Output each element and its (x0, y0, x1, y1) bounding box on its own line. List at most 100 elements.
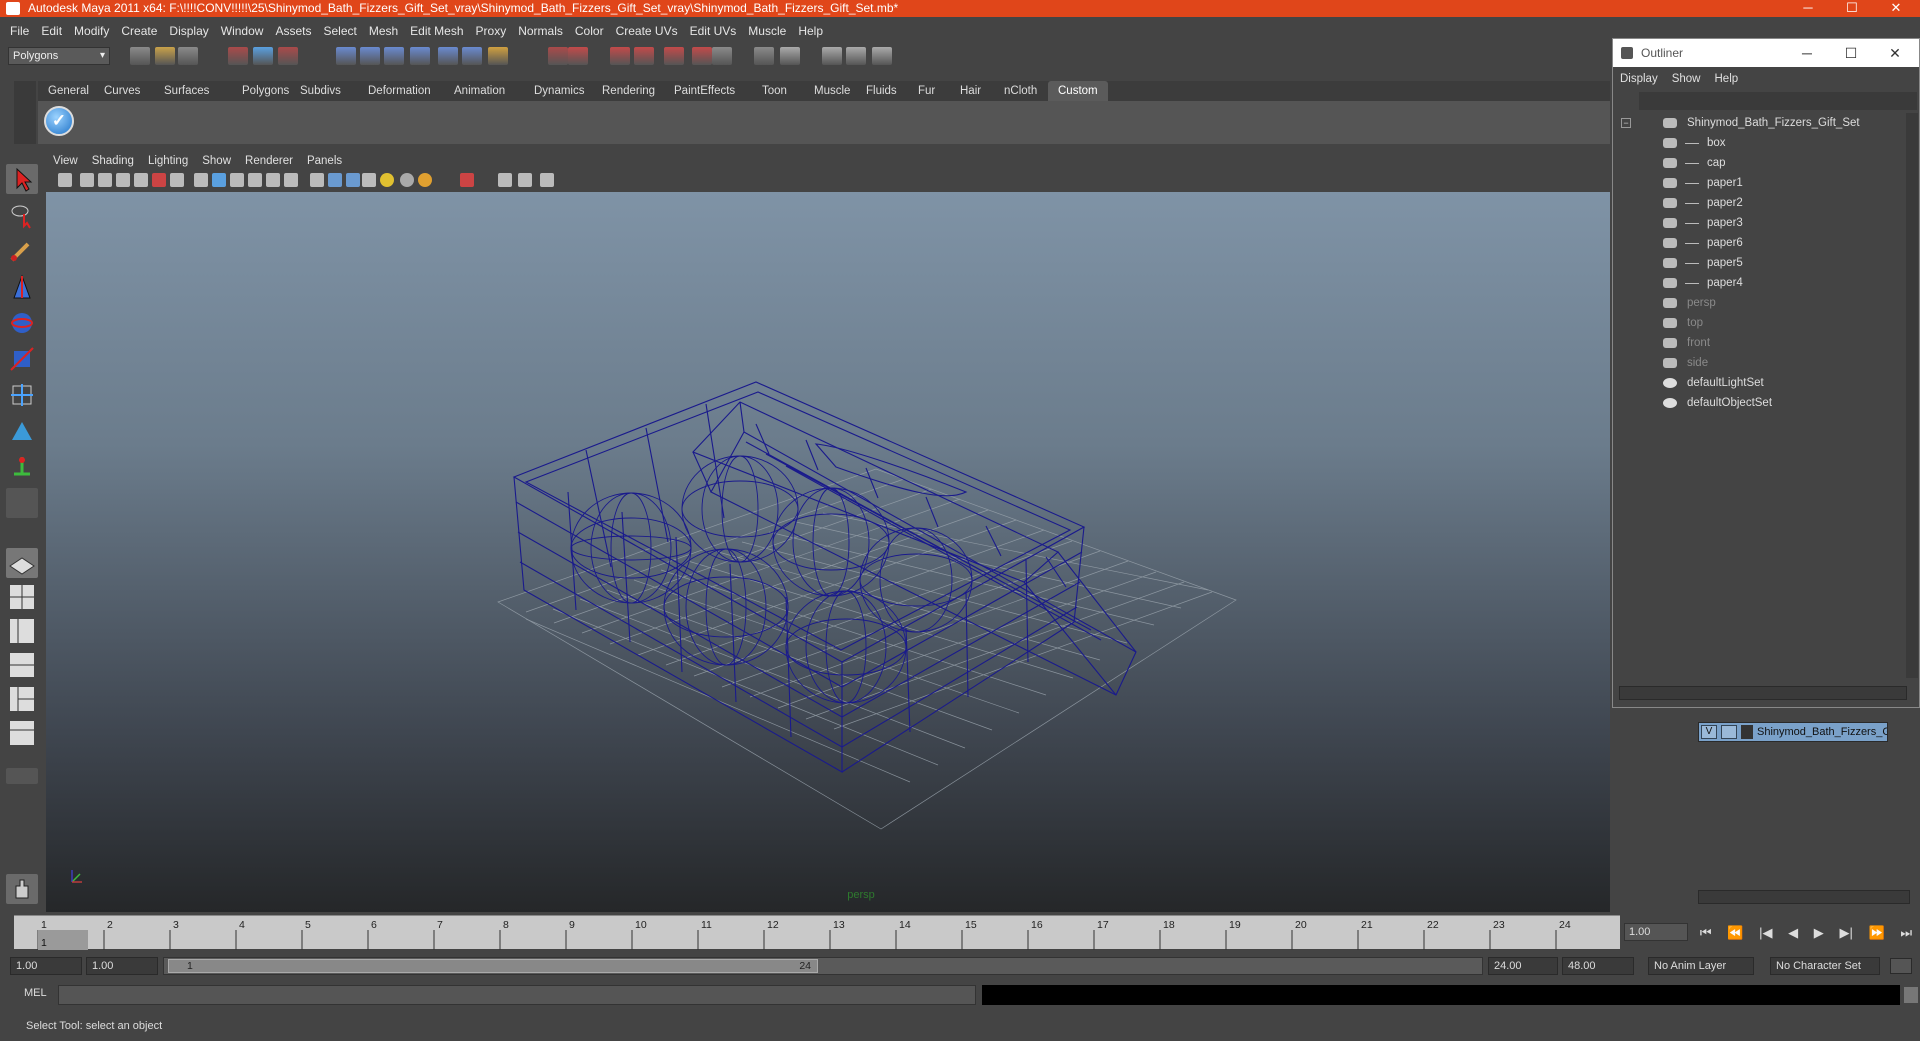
start-time-field[interactable]: 1.00 (10, 957, 82, 975)
playback-start-field[interactable]: 1.00 (86, 957, 158, 975)
panel-menu-shading[interactable]: Shading (85, 152, 141, 170)
outliner-minimize-button[interactable]: ─ (1785, 39, 1829, 67)
shelf-tab-custom[interactable]: Custom (1048, 81, 1108, 101)
status-tool-icon[interactable] (438, 47, 458, 65)
menu-select[interactable]: Select (317, 24, 362, 38)
select-tool-icon[interactable] (6, 164, 38, 194)
panel-tool-icon[interactable] (400, 173, 414, 187)
universal-manipulator-icon[interactable] (6, 380, 38, 410)
perspective-viewport[interactable]: persp (46, 192, 1610, 912)
menu-help[interactable]: Help (792, 24, 829, 38)
outliner-item[interactable]: paper6 (1621, 233, 1911, 253)
outliner-maximize-button[interactable]: ☐ (1829, 39, 1873, 67)
status-tool-icon[interactable] (568, 47, 588, 65)
status-tool-icon[interactable] (780, 47, 800, 65)
panel-tool-icon[interactable] (98, 173, 112, 187)
panel-tool-icon[interactable] (518, 173, 532, 187)
close-button[interactable]: ✕ (1874, 0, 1918, 17)
single-perspective-layout-icon[interactable] (6, 548, 38, 578)
status-tool-icon[interactable] (278, 47, 298, 65)
panel-tool-icon[interactable] (152, 173, 166, 187)
script-editor-button[interactable] (1904, 987, 1918, 1003)
help-hand-icon[interactable] (6, 874, 38, 904)
layer-type-toggle[interactable] (1721, 725, 1737, 739)
scale-tool-icon[interactable] (6, 344, 38, 374)
anim-layer-dropdown[interactable]: No Anim Layer (1648, 957, 1754, 975)
show-manipulator-icon[interactable] (6, 452, 38, 482)
outliner-item[interactable]: persp (1621, 293, 1911, 313)
current-frame-field[interactable]: 1.00 (1624, 923, 1688, 941)
menu-edit-mesh[interactable]: Edit Mesh (404, 24, 469, 38)
menu-modify[interactable]: Modify (68, 24, 115, 38)
status-tool-icon[interactable] (228, 47, 248, 65)
status-tool-icon[interactable] (488, 47, 508, 65)
status-tool-icon[interactable] (253, 47, 273, 65)
move-tool-icon[interactable] (6, 272, 38, 302)
panel-tool-icon[interactable] (230, 173, 244, 187)
playback-button-icon[interactable]: ▶ (1814, 925, 1824, 941)
panel-tool-icon[interactable] (212, 173, 226, 187)
menu-display[interactable]: Display (163, 24, 214, 38)
shelf-tab-hair[interactable]: Hair (950, 81, 991, 101)
custom-shelf-check-icon[interactable]: ✓ (44, 106, 74, 136)
rotate-tool-icon[interactable] (6, 308, 38, 338)
layer-horizontal-scrollbar[interactable] (1698, 890, 1910, 904)
shelf-tab-animation[interactable]: Animation (444, 81, 515, 101)
menu-set-dropdown[interactable]: Polygons (8, 47, 110, 65)
panel-tool-icon[interactable] (498, 173, 512, 187)
soft-mod-tool-icon[interactable] (6, 416, 38, 446)
status-tool-icon[interactable] (664, 47, 684, 65)
status-tool-icon[interactable] (692, 47, 712, 65)
panel-tool-icon[interactable] (58, 173, 72, 187)
menu-create-uvs[interactable]: Create UVs (610, 24, 684, 38)
shelf-tab-fluids[interactable]: Fluids (856, 81, 907, 101)
character-set-dropdown[interactable]: No Character Set (1770, 957, 1880, 975)
status-tool-icon[interactable] (462, 47, 482, 65)
paint-select-tool-icon[interactable] (6, 236, 38, 266)
shelf-tab-muscle[interactable]: Muscle (804, 81, 860, 101)
outliner-item[interactable]: top (1621, 313, 1911, 333)
shelf-tab-subdivs[interactable]: Subdivs (290, 81, 351, 101)
panel-tool-icon[interactable] (170, 173, 184, 187)
outliner-item[interactable]: paper5 (1621, 253, 1911, 273)
outliner-close-button[interactable]: ✕ (1873, 39, 1917, 67)
outliner-item[interactable]: paper2 (1621, 193, 1911, 213)
layer-visibility-toggle[interactable]: V (1701, 725, 1717, 739)
menu-edit-uvs[interactable]: Edit UVs (684, 24, 743, 38)
status-tool-icon[interactable] (384, 47, 404, 65)
shelf-tab-deformation[interactable]: Deformation (358, 81, 441, 101)
status-tool-icon[interactable] (872, 47, 892, 65)
outliner-filter-input[interactable] (1639, 92, 1917, 110)
panel-menu-panels[interactable]: Panels (300, 152, 349, 170)
shelf-tab-curves[interactable]: Curves (94, 81, 150, 101)
graph-persp-layout-icon[interactable] (6, 650, 38, 680)
panel-tool-icon[interactable] (328, 173, 342, 187)
menu-mesh[interactable]: Mesh (363, 24, 404, 38)
panel-tool-icon[interactable] (284, 173, 298, 187)
panel-menu-lighting[interactable]: Lighting (141, 152, 195, 170)
range-slider[interactable]: 1 24 (163, 957, 1483, 975)
outliner-item[interactable]: − Shinymod_Bath_Fizzers_Gift_Set (1621, 113, 1911, 133)
playback-end-field[interactable]: 24.00 (1488, 957, 1558, 975)
panel-tool-icon[interactable] (194, 173, 208, 187)
maximize-button[interactable]: ☐ (1830, 0, 1874, 17)
outliner-item[interactable]: box (1621, 133, 1911, 153)
collapse-toggle-icon[interactable]: − (1621, 118, 1631, 128)
playback-button-icon[interactable]: ⏮ (1700, 925, 1712, 941)
menu-color[interactable]: Color (569, 24, 610, 38)
menu-assets[interactable]: Assets (269, 24, 317, 38)
status-tool-icon[interactable] (360, 47, 380, 65)
outliner-menu-display[interactable]: Display (1613, 69, 1665, 89)
menu-proxy[interactable]: Proxy (470, 24, 513, 38)
outliner-item[interactable]: defaultLightSet (1621, 373, 1911, 393)
outliner-item[interactable]: paper4 (1621, 273, 1911, 293)
command-input[interactable] (58, 985, 976, 1005)
panel-tool-icon[interactable] (116, 173, 130, 187)
menu-window[interactable]: Window (215, 24, 270, 38)
shelf-tab-fur[interactable]: Fur (908, 81, 945, 101)
outliner-menu-show[interactable]: Show (1665, 69, 1708, 89)
panel-tool-icon[interactable] (346, 173, 360, 187)
panel-tool-icon[interactable] (460, 173, 474, 187)
status-tool-icon[interactable] (155, 47, 175, 65)
time-slider[interactable]: 1 2 3 4 5 6 7 8 9 10 11 12 13 14 15 16 17 18 19 20 21 22 23 24 1 (14, 915, 1620, 950)
